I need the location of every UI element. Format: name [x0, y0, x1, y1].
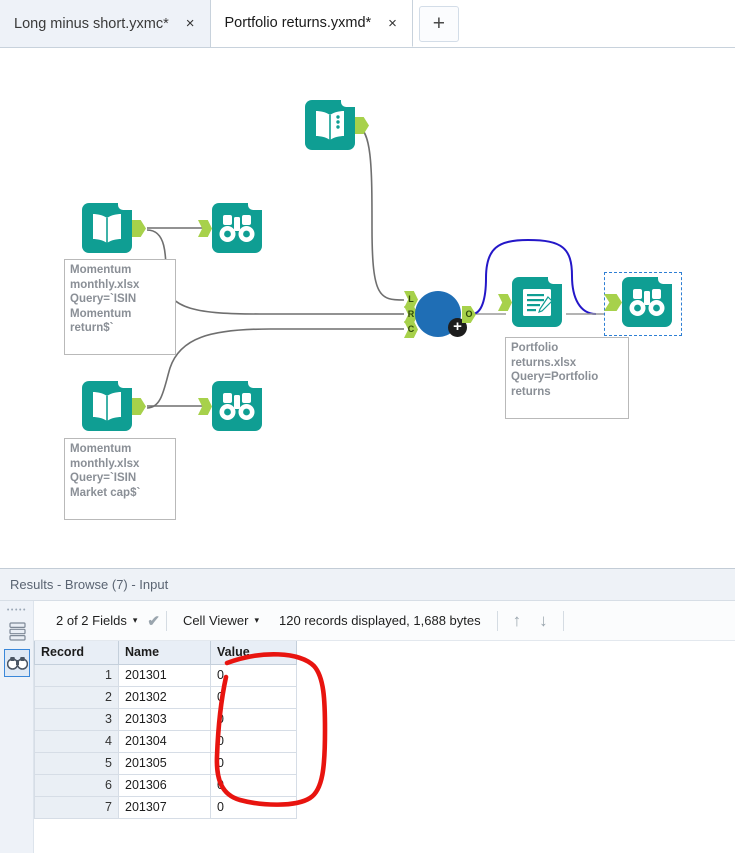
browse-results-button[interactable]	[4, 649, 30, 677]
cell-record[interactable]: 2	[34, 685, 119, 709]
stacked-bars-icon	[8, 621, 26, 641]
fields-label: 2 of 2 Fields	[56, 613, 127, 628]
results-data-grid[interactable]: Record Name Value 1 201301 0 2 201302 0	[34, 641, 735, 853]
cell-record[interactable]: 3	[34, 707, 119, 731]
cell-name[interactable]: 201301	[118, 663, 211, 687]
cell-record[interactable]: 5	[34, 751, 119, 775]
record-count-label: 120 records displayed, 1,688 bytes	[278, 613, 481, 628]
tab-portfolio-returns[interactable]: Portfolio returns.yxmd* ×	[210, 0, 413, 47]
column-header-record[interactable]: Record	[34, 641, 119, 665]
results-panel: Results - Browse (7) - Input 2 of 2 Fiel…	[0, 568, 735, 853]
viewer-label: Cell Viewer	[182, 613, 249, 628]
tab-long-minus-short[interactable]: Long minus short.yxmc* ×	[0, 0, 211, 47]
fields-selector[interactable]: 2 of 2 Fields ▾	[46, 613, 147, 628]
scroll-up-icon[interactable]: ↑	[504, 611, 531, 631]
tool-join-multiple[interactable]: L R C + O	[404, 291, 514, 351]
scroll-down-icon[interactable]: ↓	[530, 611, 557, 631]
drag-grip-icon[interactable]: •••••	[6, 606, 28, 615]
cell-value[interactable]: 0	[210, 663, 297, 687]
binoculars-icon	[212, 381, 262, 431]
cell-name[interactable]: 201304	[118, 729, 211, 753]
chevron-down-icon[interactable]: ▾	[254, 615, 259, 626]
viewer-selector[interactable]: Cell Viewer ▾	[173, 613, 269, 628]
table-row[interactable]: 4 201304 0	[34, 729, 297, 753]
results-toolbar: 2 of 2 Fields ▾ ✔ Cell Viewer ▾ 120 reco…	[0, 601, 735, 641]
tool-browse-middle[interactable]	[198, 203, 262, 253]
note-market-cap[interactable]: Momentum monthly.xlsx Query=`ISIN Market…	[64, 438, 176, 520]
join-output-anchor[interactable]: O	[462, 306, 476, 323]
cell-value[interactable]: 0	[210, 707, 297, 731]
column-header-value[interactable]: Value	[210, 641, 297, 665]
close-icon[interactable]: ×	[183, 14, 198, 33]
chevron-down-icon[interactable]: ▾	[133, 615, 138, 626]
cell-value[interactable]: 0	[210, 729, 297, 753]
cell-record[interactable]: 1	[34, 663, 119, 687]
book-icon	[305, 100, 355, 150]
workflow-canvas[interactable]: L R C + O Momentum monthly.xlsx Query=`I…	[0, 48, 735, 568]
results-header: Results - Browse (7) - Input	[0, 569, 735, 601]
document-pencil-icon	[512, 277, 562, 327]
table-row[interactable]: 2 201302 0	[34, 685, 297, 709]
table-row[interactable]: 1 201301 0	[34, 663, 297, 687]
note-momentum-return[interactable]: Momentum monthly.xlsx Query=`ISIN Moment…	[64, 259, 176, 355]
results-side-rail: •••••	[0, 601, 34, 853]
binoculars-icon	[622, 277, 672, 327]
messages-button[interactable]	[4, 617, 30, 645]
record-count-status: 120 records displayed, 1,688 bytes	[269, 613, 491, 628]
tab-label: Portfolio returns.yxmd*	[224, 15, 372, 31]
table-row[interactable]: 6 201306 0	[34, 773, 297, 797]
cell-name[interactable]: 201307	[118, 795, 211, 819]
tab-label: Long minus short.yxmc*	[14, 15, 169, 32]
cell-name[interactable]: 201302	[118, 685, 211, 709]
cell-name[interactable]: 201306	[118, 773, 211, 797]
table-row[interactable]: 5 201305 0	[34, 751, 297, 775]
table-body: 1 201301 0 2 201302 0 3 201303 0 4 20130…	[34, 663, 297, 819]
tool-output-data[interactable]	[498, 277, 562, 327]
close-icon[interactable]: ×	[385, 14, 400, 33]
table-row[interactable]: 3 201303 0	[34, 707, 297, 731]
results-table: Record Name Value 1 201301 0 2 201302 0	[34, 641, 297, 819]
book-icon	[82, 381, 132, 431]
cell-name[interactable]: 201305	[118, 751, 211, 775]
cell-value[interactable]: 0	[210, 751, 297, 775]
table-header-row: Record Name Value	[34, 641, 297, 665]
book-icon	[82, 203, 132, 253]
divider	[496, 610, 498, 631]
alteryx-designer-window: Long minus short.yxmc* × Portfolio retur…	[0, 0, 735, 853]
cell-value[interactable]: 0	[210, 685, 297, 709]
tool-input-data-top[interactable]	[305, 100, 369, 150]
cell-value[interactable]: 0	[210, 773, 297, 797]
cell-name[interactable]: 201303	[118, 707, 211, 731]
join-center-anchor[interactable]: C	[404, 321, 418, 338]
tool-browse-selected[interactable]	[604, 277, 672, 327]
results-title: Results - Browse (7) - Input	[10, 577, 169, 592]
tool-input-data-bottom[interactable]	[82, 381, 146, 431]
new-tab-button[interactable]: +	[418, 5, 459, 42]
tool-input-data-middle[interactable]	[82, 203, 146, 253]
document-tab-bar: Long minus short.yxmc* × Portfolio retur…	[0, 0, 735, 48]
note-portfolio-returns[interactable]: Portfolio returns.xlsx Query=Portfolio r…	[505, 337, 629, 419]
table-row[interactable]: 7 201307 0	[34, 795, 297, 819]
cell-record[interactable]: 7	[34, 795, 119, 819]
cell-record[interactable]: 6	[34, 773, 119, 797]
tool-browse-bottom[interactable]	[198, 381, 262, 431]
binoculars-icon	[6, 657, 28, 670]
cell-value[interactable]: 0	[210, 795, 297, 819]
divider	[562, 610, 564, 631]
cell-record[interactable]: 4	[34, 729, 119, 753]
divider	[165, 610, 167, 631]
binoculars-icon	[212, 203, 262, 253]
checkmark-icon[interactable]: ✔	[147, 612, 160, 630]
column-header-name[interactable]: Name	[118, 641, 211, 665]
